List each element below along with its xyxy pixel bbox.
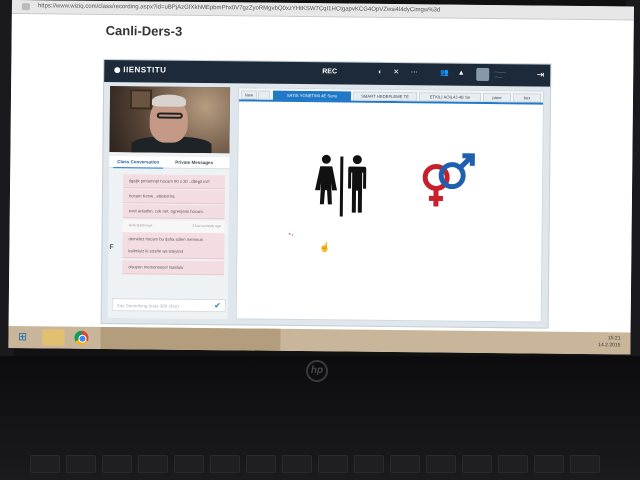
whiteboard[interactable]: New SATIS YONETIMI 4E Sunu SMART HEDEFLE… xyxy=(235,87,545,323)
user-name-label: ——— —— xyxy=(494,69,507,80)
file-explorer-icon[interactable] xyxy=(42,329,65,346)
mute-icon[interactable]: ✕ xyxy=(392,69,400,77)
keyboard-row xyxy=(30,455,630,480)
tab-new[interactable]: New xyxy=(240,90,258,100)
keyboard-key xyxy=(462,455,492,473)
chat-message: evet anladim, cok net, ogrenjemi hocam. xyxy=(122,204,225,220)
tab-class-conversation[interactable]: Class Conversation xyxy=(117,159,159,164)
presenter-glasses xyxy=(156,112,183,119)
keyboard-key xyxy=(174,455,204,473)
logo-mark-icon xyxy=(114,66,121,74)
keyboard-key xyxy=(138,455,168,473)
user-avatar[interactable] xyxy=(476,67,490,82)
wall-frame xyxy=(129,89,153,110)
keyboard-key xyxy=(210,455,240,473)
hand-cursor-icon: ☝ xyxy=(319,242,331,253)
keyboard-key xyxy=(390,455,420,473)
keyboard-key xyxy=(30,455,60,473)
tab-satis-yonetimi[interactable]: SATIS YONETIMI 4E Sunu xyxy=(272,90,352,101)
photo-frame: https://www.wiziq.com/class/recording.as… xyxy=(0,0,640,480)
active-tab-indicator xyxy=(113,167,164,169)
pen-dot xyxy=(288,232,291,235)
chrome-icon[interactable] xyxy=(70,330,92,346)
system-clock[interactable]: 15:21 14.2.2015 xyxy=(598,335,620,349)
presenter-hair xyxy=(151,94,187,107)
message-time: 2 few seconds ago xyxy=(192,223,221,229)
keyboard-key xyxy=(426,455,456,473)
whiteboard-canvas[interactable]: ☝ xyxy=(237,103,543,321)
keyboard-key xyxy=(66,455,96,473)
brand-logo: IIENSTITU xyxy=(114,65,166,75)
chat-message: hocam Kenw ..ettelerrinc xyxy=(122,189,226,205)
brand-name: IIENSTITU xyxy=(123,65,167,75)
active-window-highlight xyxy=(100,326,281,351)
tab-box[interactable]: box xyxy=(512,93,542,103)
record-indicator[interactable]: REC xyxy=(322,68,337,75)
left-panel: Class Conversation Private Messages ilga… xyxy=(107,86,231,320)
virtual-classroom: IIENSTITU REC ◐ ✕ ⋯ 👥 ▲ ——— —— ⇥ Class C… xyxy=(100,58,552,329)
pen-dot xyxy=(291,234,294,236)
keyboard-key xyxy=(318,455,348,473)
presenter-video xyxy=(109,86,231,154)
keyboard-key xyxy=(534,455,564,473)
tab-blank[interactable] xyxy=(257,90,271,100)
chat-message: ilgaljk pmtamnpl hocam 90 x 30 ..dilegil… xyxy=(123,174,226,190)
laptop-screen: https://www.wiziq.com/class/recording.as… xyxy=(8,0,634,355)
lock-icon xyxy=(21,3,30,11)
keyboard-key xyxy=(570,455,600,473)
exit-icon[interactable]: ⇥ xyxy=(537,69,545,80)
tab-etkili[interactable]: ETKILI AOIL4J-4E Se xyxy=(418,92,482,102)
keyboard-key xyxy=(246,455,276,473)
whiteboard-drawing xyxy=(288,153,475,236)
chat-input-placeholder: Say Something (max 380 char) xyxy=(116,303,179,309)
whiteboard-tabs: New SATIS YONETIMI 4E Sunu SMART HEDEFLE… xyxy=(238,88,544,105)
sender-initial: F xyxy=(109,244,114,252)
tab-pane[interactable]: pane xyxy=(482,92,512,103)
chat-message-list[interactable]: ilgaljk pmtamnpl hocam 90 x 30 ..dilegil… xyxy=(122,174,226,293)
notification-bell-icon[interactable]: ▲ xyxy=(457,70,465,78)
gender-symbol-icon xyxy=(422,153,475,207)
attendees-icon[interactable]: 👥 xyxy=(440,69,449,77)
restroom-icon xyxy=(315,154,367,217)
keyboard-key xyxy=(282,455,312,473)
chat-tabs: Class Conversation Private Messages xyxy=(109,156,230,170)
classroom-topbar: IIENSTITU REC ◐ ✕ ⋯ 👥 ▲ ——— —— ⇥ xyxy=(104,59,551,87)
windows-start-icon[interactable]: ⊞ xyxy=(14,329,30,345)
screen-share-icon[interactable]: ◐ xyxy=(376,69,384,77)
tab-smart-hedefleme[interactable]: SMART HEDEFLEME TE xyxy=(352,91,418,102)
chat-message: olsuyen memonsoyel rsaldulu xyxy=(122,260,225,276)
url-text: https://www.wiziq.com/class/recording.as… xyxy=(37,3,441,14)
keyboard-key xyxy=(498,455,528,473)
page-body: Canli-Ders-3 IIENSTITU REC ◐ ✕ ⋯ 👥 ▲ ———… xyxy=(8,13,634,333)
chat-message: kalimiyiz ki sizelle ws isteyiniz xyxy=(122,244,225,260)
page-title: Canli-Ders-3 xyxy=(105,22,183,39)
chat-input[interactable]: Say Something (max 380 char) ✔ xyxy=(111,298,226,313)
keyboard-key xyxy=(102,455,132,473)
keyboard-key xyxy=(354,455,384,473)
message-author: Gelk Qaldi says xyxy=(128,223,153,228)
clock-date: 14.2.2015 xyxy=(598,342,621,349)
tab-private-messages[interactable]: Private Messages xyxy=(175,160,213,165)
settings-icon[interactable]: ⋯ xyxy=(410,69,418,77)
send-check-icon[interactable]: ✔ xyxy=(214,301,221,310)
hp-logo-icon: hp xyxy=(306,360,328,382)
